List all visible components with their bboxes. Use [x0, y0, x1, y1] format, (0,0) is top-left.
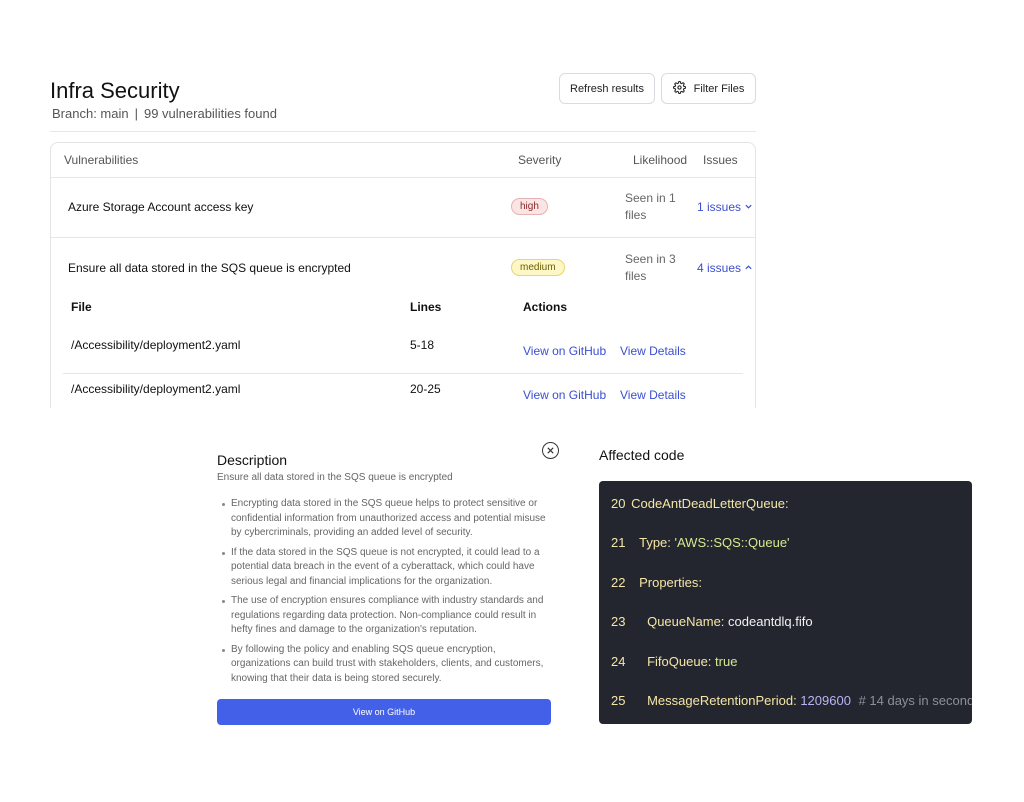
column-vulnerabilities: Vulnerabilities	[64, 153, 139, 167]
description-list: Encrypting data stored in the SQS queue …	[217, 497, 557, 691]
issue-file-path: /Accessibility/deployment2.yaml	[71, 382, 241, 396]
chevron-down-icon	[744, 200, 753, 214]
code-line: 22 Properties:	[611, 575, 702, 590]
description-title: Description	[217, 452, 288, 468]
line-number: 21	[611, 535, 626, 550]
affected-code-title: Affected code	[599, 447, 685, 463]
list-item: Encrypting data stored in the SQS queue …	[217, 497, 557, 541]
severity-badge: high	[511, 198, 548, 215]
likelihood-text: Seen in 1 files	[625, 191, 676, 222]
vulnerability-count: 99 vulnerabilities found	[143, 106, 277, 121]
code-key: QueueName:	[647, 614, 725, 629]
column-actions: Actions	[523, 300, 568, 314]
vulnerabilities-table: Vulnerabilities Severity Likelihood Issu…	[50, 142, 756, 408]
code-line: 21 Type: 'AWS::SQS::Queue'	[611, 535, 790, 550]
table-row[interactable]: Ensure all data stored in the SQS queue …	[51, 238, 755, 298]
view-details-link[interactable]: View Details	[620, 388, 686, 402]
line-number: 24	[611, 654, 626, 669]
refresh-results-label: Refresh results	[570, 82, 644, 95]
code-line: 20 CodeAntDeadLetterQueue:	[611, 496, 789, 511]
list-item: The use of encryption ensures compliance…	[217, 594, 557, 638]
list-item: By following the policy and enabling SQS…	[217, 643, 557, 687]
page-title: Infra Security	[50, 78, 180, 103]
code-value: true	[715, 654, 738, 669]
line-number: 25	[611, 693, 626, 708]
code-line: 23 QueueName: codeantdlq.fifo	[611, 614, 813, 629]
view-on-github-button-label: View on GitHub	[352, 707, 416, 717]
issues-toggle[interactable]: 1 issues	[697, 200, 753, 214]
issue-row: /Accessibility/deployment2.yaml 20-25 Vi…	[51, 374, 755, 408]
code-block: 20 CodeAntDeadLetterQueue: 21 Type: 'AWS…	[599, 481, 972, 724]
line-number: 23	[611, 614, 626, 629]
column-severity: Severity	[518, 153, 562, 167]
chevron-up-icon	[744, 261, 753, 275]
code-value: codeantdlq.fifo	[728, 614, 813, 629]
table-header: Vulnerabilities Severity Likelihood Issu…	[51, 143, 755, 178]
branch-label: Branch: main	[52, 106, 129, 121]
column-file: File	[71, 300, 92, 314]
vulnerability-name: Ensure all data stored in the SQS queue …	[68, 261, 351, 275]
issue-lines: 20-25	[410, 382, 441, 396]
code-value: 'AWS::SQS::Queue'	[674, 535, 790, 550]
column-issues: Issues	[703, 153, 738, 167]
issues-count: 1 issues	[697, 200, 742, 214]
gear-icon	[672, 80, 686, 97]
code-comment: # 14 days in seconds	[858, 693, 972, 708]
line-number: 22	[611, 575, 626, 590]
column-likelihood: Likelihood	[633, 153, 688, 167]
issue-file-path: /Accessibility/deployment2.yaml	[71, 338, 241, 352]
issue-lines: 5-18	[410, 338, 435, 352]
code-value: 1209600	[800, 693, 851, 708]
code-line: 25 MessageRetentionPeriod: 1209600 # 14 …	[611, 693, 972, 708]
issues-subtable-header: File Lines Actions	[51, 298, 755, 328]
filter-files-button[interactable]: Filter Files	[661, 73, 756, 104]
header-divider	[50, 131, 756, 132]
subtitle-separator: |	[134, 106, 138, 121]
code-key: MessageRetentionPeriod:	[647, 693, 797, 708]
severity-badge: medium	[511, 259, 565, 276]
page-subtitle: Branch: main | 99 vulnerabilities found	[52, 106, 277, 121]
line-number: 20	[611, 496, 626, 511]
issue-row: /Accessibility/deployment2.yaml 5-18 Vie…	[63, 330, 743, 374]
code-line: 24 FifoQueue: true	[611, 654, 737, 669]
view-on-github-link[interactable]: View on GitHub	[523, 388, 606, 402]
vulnerability-name: Azure Storage Account access key	[68, 200, 254, 214]
issues-toggle[interactable]: 4 issues	[697, 261, 753, 275]
filter-files-label: Filter Files	[693, 82, 745, 95]
view-on-github-button[interactable]: View on GitHub	[217, 699, 551, 725]
table-row[interactable]: Azure Storage Account access key high Se…	[51, 178, 755, 238]
refresh-results-button[interactable]: Refresh results	[559, 73, 655, 104]
likelihood-text: Seen in 3 files	[625, 252, 676, 283]
code-key: FifoQueue:	[647, 654, 712, 669]
close-icon[interactable]	[542, 442, 559, 459]
description-subtitle: Ensure all data stored in the SQS queue …	[217, 472, 453, 483]
list-item: If the data stored in the SQS queue is n…	[217, 546, 557, 590]
code-key: Type:	[639, 535, 671, 550]
view-details-link[interactable]: View Details	[620, 344, 686, 358]
view-on-github-link[interactable]: View on GitHub	[523, 344, 606, 358]
code-key: CodeAntDeadLetterQueue:	[631, 496, 789, 511]
code-key: Properties:	[639, 575, 702, 590]
issues-count: 4 issues	[697, 261, 742, 275]
column-lines: Lines	[410, 300, 442, 314]
